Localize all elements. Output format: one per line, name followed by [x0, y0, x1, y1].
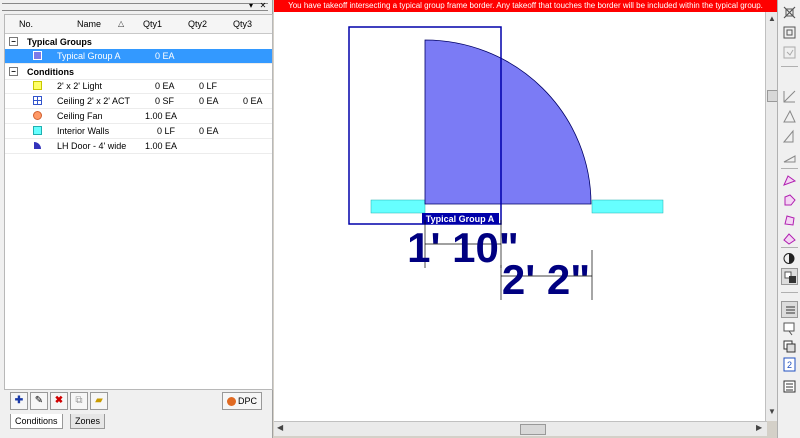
tab-zones[interactable]: Zones: [70, 414, 106, 429]
fan-swatch-icon: [33, 111, 42, 120]
swatch-icon: [33, 51, 42, 60]
takeoff-2-icon[interactable]: [781, 192, 798, 209]
scroll-left-icon[interactable]: ◀: [277, 423, 283, 432]
col-header-qty2[interactable]: Qty2: [188, 19, 207, 29]
conditions-toolbar: ✚ ✎ ✖ ⧉ ▰ DPC: [4, 392, 271, 412]
report-icon[interactable]: [781, 378, 798, 395]
col-header-qty3[interactable]: Qty3: [233, 19, 252, 29]
takeoff-drawing[interactable]: Typical Group A 1' 10" 2' 2": [274, 0, 777, 421]
section-conditions[interactable]: − Conditions: [5, 65, 272, 80]
ceiling-grid-swatch-icon: [33, 96, 42, 105]
grid-header: No. Name △ Qty1 Qty2 Qty3: [5, 15, 272, 34]
row-name: Interior Walls: [57, 126, 110, 136]
drawing-canvas[interactable]: You have takeoff intersecting a typical …: [274, 0, 777, 421]
table-row[interactable]: Typical Group A 0 EA: [5, 49, 272, 64]
page-number-icon[interactable]: 2: [781, 356, 798, 373]
contrast-icon[interactable]: [781, 250, 798, 267]
scroll-down-icon[interactable]: ▼: [768, 407, 776, 416]
row-qty2: 0 EA: [199, 126, 219, 136]
table-row[interactable]: Interior Walls 0 LF 0 EA: [5, 124, 272, 139]
scroll-up-icon[interactable]: ▲: [768, 14, 776, 23]
takeoff-3-icon[interactable]: [781, 212, 798, 229]
toolbar-separator: [781, 168, 798, 169]
table-row[interactable]: Ceiling Fan 1.00 EA: [5, 109, 272, 124]
horizontal-scroll-thumb[interactable]: [520, 424, 546, 435]
layers-icon[interactable]: [781, 338, 798, 355]
annotate-icon[interactable]: [781, 320, 798, 337]
horizontal-scrollbar[interactable]: ◀ ▶: [274, 421, 767, 436]
dimension-1-icon[interactable]: [781, 88, 798, 105]
row-name: Ceiling Fan: [57, 111, 103, 121]
panel-close-icon[interactable]: ✕: [258, 1, 268, 11]
dpc-label: DPC: [237, 396, 257, 406]
row-name: 2' x 2' Light: [57, 81, 102, 91]
door-swatch-icon: [34, 142, 41, 149]
plus-icon[interactable]: ✚: [10, 392, 28, 410]
dpc-icon: [226, 397, 236, 407]
table-row[interactable]: 2' x 2' Light 0 EA 0 LF: [5, 79, 272, 94]
interior-wall-right[interactable]: [591, 199, 664, 214]
table-row[interactable]: LH Door - 4' wide 1.00 EA: [5, 139, 272, 154]
scroll-right-icon[interactable]: ▶: [756, 423, 762, 432]
row-name: Typical Group A: [57, 51, 121, 61]
conditions-grid: No. Name △ Qty1 Qty2 Qty3 − Typical Grou…: [4, 14, 273, 390]
list-icon[interactable]: [781, 301, 798, 318]
section-typical-groups[interactable]: − Typical Groups: [5, 35, 272, 50]
col-header-name[interactable]: Name: [77, 19, 101, 29]
row-qty2: 0 EA: [199, 96, 219, 106]
col-header-qty1[interactable]: Qty1: [143, 19, 162, 29]
pan-icon[interactable]: [781, 44, 798, 61]
wall-swatch-icon: [33, 126, 42, 135]
folder-icon[interactable]: ▰: [90, 392, 108, 410]
toolbar-separator: [781, 247, 798, 248]
takeoff-1-icon[interactable]: [781, 172, 798, 189]
tab-conditions[interactable]: Conditions: [10, 414, 63, 429]
overlay-icon[interactable]: [781, 268, 798, 285]
row-qty1: 1.00 EA: [145, 141, 178, 151]
row-qty1: 0 EA: [155, 51, 175, 61]
zoom-window-icon[interactable]: [781, 24, 798, 41]
col-header-no[interactable]: No.: [19, 19, 33, 29]
conditions-panel: ▾ ✕ No. Name △ Qty1 Qty2 Qty3 − Typical …: [0, 0, 273, 438]
dimension-4-icon[interactable]: [781, 148, 798, 165]
section-title: Typical Groups: [27, 37, 92, 47]
toolbar-separator: [781, 292, 798, 293]
panel-grip[interactable]: [2, 3, 268, 11]
zoom-extents-icon[interactable]: [781, 4, 798, 21]
copy-icon[interactable]: ⧉: [70, 392, 88, 410]
row-name: LH Door - 4' wide: [57, 141, 127, 151]
svg-text:2: 2: [787, 360, 792, 370]
collapse-toggle-icon[interactable]: −: [9, 67, 18, 76]
dimension-3-icon[interactable]: [781, 128, 798, 145]
row-qty1: 0 EA: [155, 81, 175, 91]
dimension-2-icon[interactable]: [781, 108, 798, 125]
table-row[interactable]: Ceiling 2' x 2' ACT 0 SF 0 EA 0 EA: [5, 94, 272, 109]
dpc-button[interactable]: DPC: [222, 392, 262, 410]
pencil-icon[interactable]: ✎: [30, 392, 48, 410]
section-title: Conditions: [27, 67, 74, 77]
right-toolbar: 2: [777, 0, 800, 438]
takeoff-4-icon[interactable]: [781, 230, 798, 247]
red-x-icon[interactable]: ✖: [50, 392, 68, 410]
sort-ascending-icon: △: [118, 19, 125, 28]
row-qty1: 0 SF: [155, 96, 175, 106]
panel-pin-icon[interactable]: ▾: [246, 1, 256, 11]
toolbar-separator: [781, 66, 798, 67]
interior-wall-left[interactable]: [370, 199, 426, 214]
row-qty1: 0 LF: [157, 126, 176, 136]
row-name: Ceiling 2' x 2' ACT: [57, 96, 130, 106]
row-qty3: 0 EA: [243, 96, 263, 106]
collapse-toggle-icon[interactable]: −: [9, 37, 18, 46]
door-swing-shape[interactable]: [424, 39, 592, 205]
dimension-label-2: 2' 2": [502, 256, 590, 303]
light-swatch-icon: [33, 81, 42, 90]
row-qty2: 0 LF: [199, 81, 218, 91]
row-qty1: 1.00 EA: [145, 111, 178, 121]
panel-tabs: Conditions Zones: [6, 414, 272, 430]
group-label: Typical Group A: [426, 214, 495, 224]
